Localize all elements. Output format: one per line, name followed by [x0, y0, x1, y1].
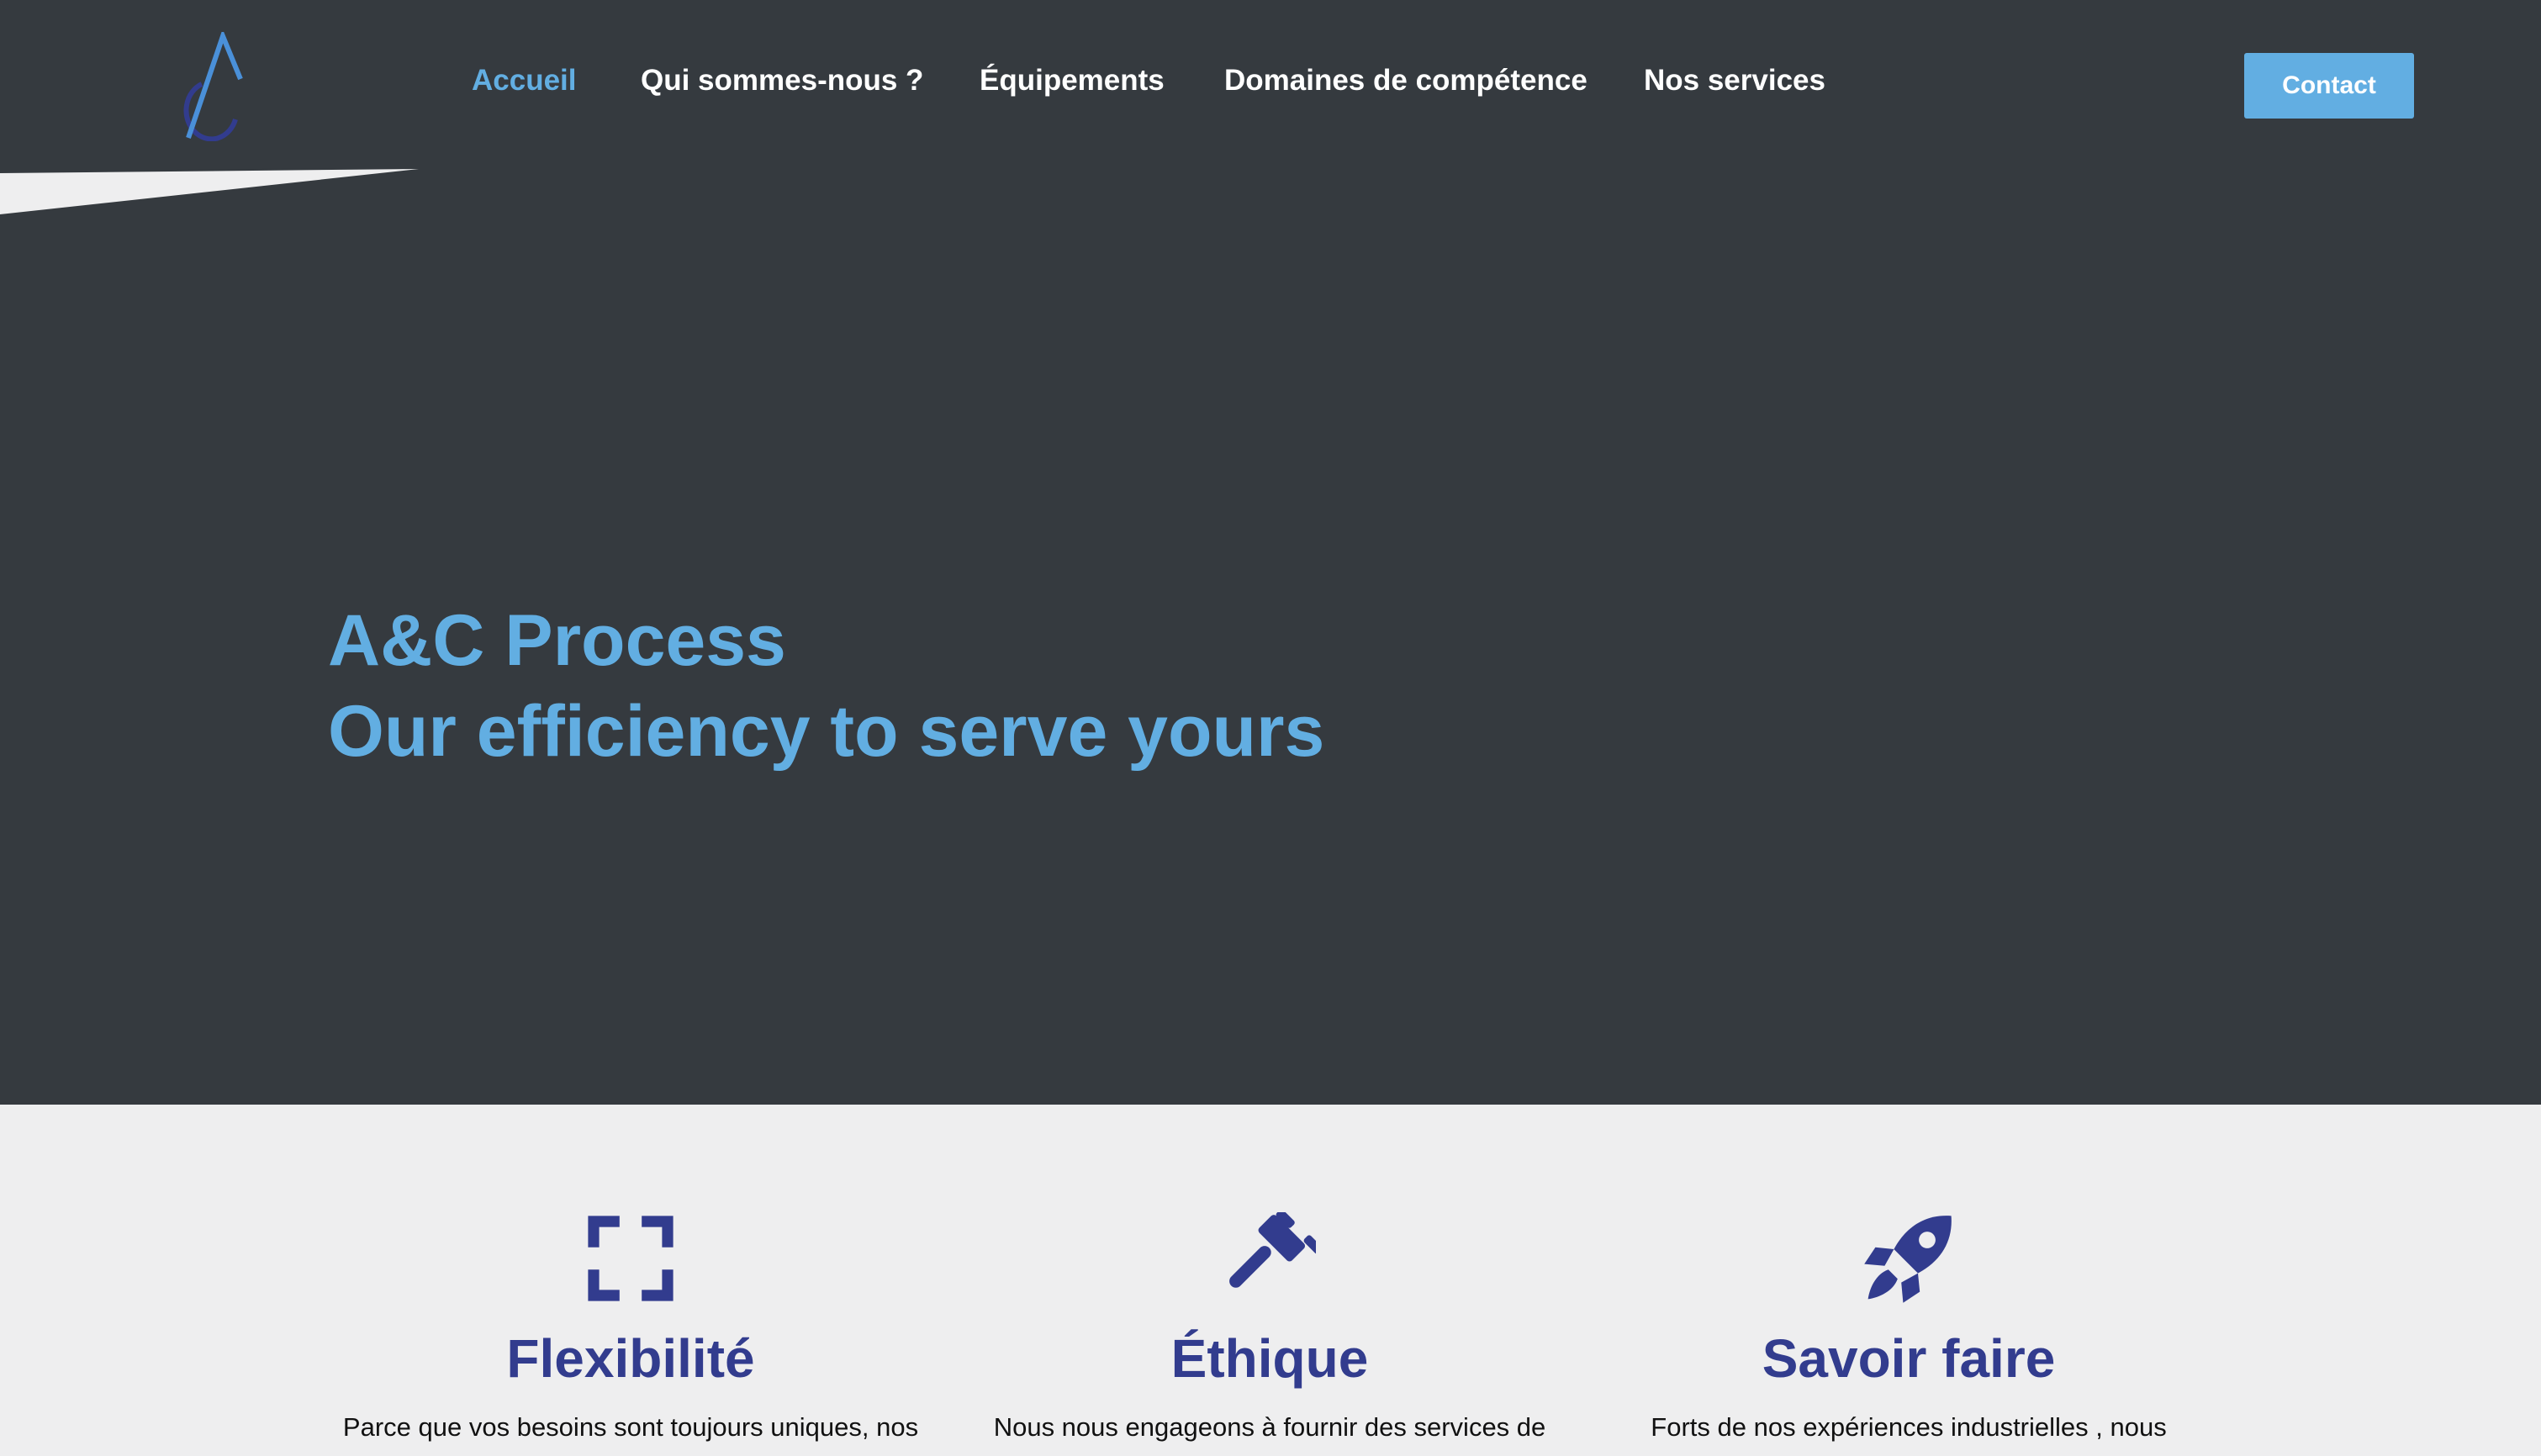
contact-button[interactable]: Contact	[2244, 53, 2414, 119]
nav-item-qui-sommes-nous[interactable]: Qui sommes-nous ?	[641, 64, 923, 98]
nav-item-accueil[interactable]: Accueil	[472, 64, 577, 98]
logo[interactable]	[175, 32, 251, 141]
feature-text: Nous nous engageons à fournir des servic…	[993, 1412, 1546, 1442]
hero-title: A&C Process Our efficiency to serve your…	[328, 595, 1324, 777]
feature-savoir-faire: Savoir faire Forts de nos expériences in…	[1606, 1105, 2211, 1446]
feature-text: Parce que vos besoins sont toujours uniq…	[342, 1412, 919, 1442]
feature-title: Éthique	[1170, 1328, 1369, 1389]
hero-title-line2: Our efficiency to serve yours	[328, 691, 1325, 772]
feature-text: Forts de nos expériences industrielles ,…	[1651, 1412, 2167, 1442]
nav-item-nos-services[interactable]: Nos services	[1644, 64, 1825, 98]
feature-flexibilite: Flexibilité Parce que vos besoins sont t…	[328, 1105, 933, 1446]
hero-decorative-shape	[0, 169, 419, 214]
feature-title: Savoir faire	[1762, 1328, 2056, 1389]
feature-ethique: Éthique Nous nous engageons à fournir de…	[967, 1105, 1572, 1446]
nav-item-domaines-de-competence[interactable]: Domaines de compétence	[1224, 64, 1587, 98]
rocket-icon	[1864, 1216, 1952, 1303]
expand-icon	[588, 1216, 674, 1301]
gavel-icon	[1229, 1212, 1316, 1288]
features-section: Flexibilité Parce que vos besoins sont t…	[0, 1105, 2541, 1456]
feature-title: Flexibilité	[506, 1328, 755, 1389]
hero-title-line1: A&C Process	[328, 600, 786, 681]
nav-item-equipements[interactable]: Équipements	[980, 64, 1165, 98]
site-header: Accueil Qui sommes-nous ? Équipements Do…	[0, 0, 2541, 170]
